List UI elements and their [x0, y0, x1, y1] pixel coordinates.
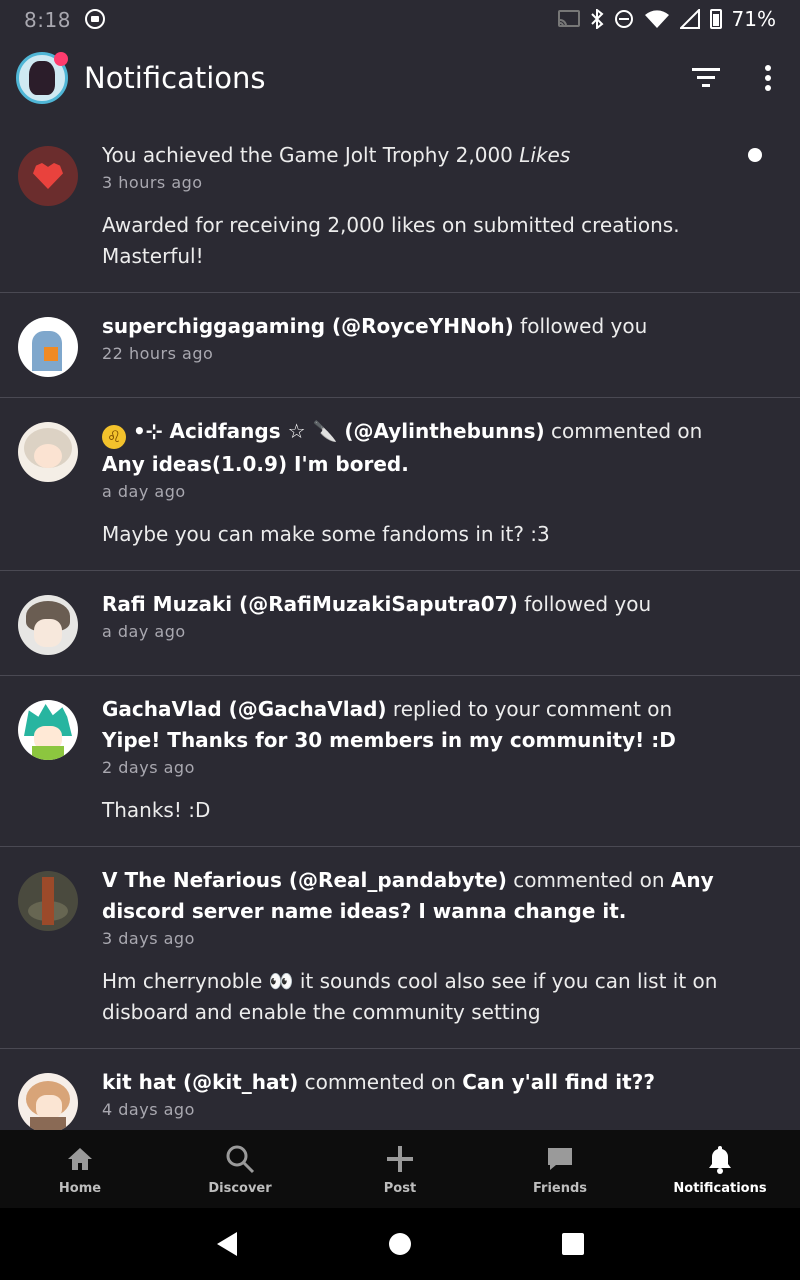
notification-item[interactable]: You achieved the Game Jolt Trophy 2,000 … — [0, 120, 800, 293]
wifi-icon — [644, 9, 670, 29]
page-title: Notifications — [84, 61, 266, 95]
home-icon — [66, 1143, 94, 1175]
notification-headline: Rafi Muzaki (@RafiMuzakiSaputra07) follo… — [102, 592, 652, 616]
nav-label: Post — [383, 1180, 417, 1196]
back-icon[interactable] — [215, 1231, 239, 1257]
notification-content: Rafi Muzaki (@RafiMuzakiSaputra07) follo… — [102, 589, 782, 655]
nav-discover[interactable]: Discover — [160, 1130, 320, 1208]
notification-time: 2 days ago — [102, 758, 195, 777]
notification-message: Hm cherrynoble 👀 it sounds cool also see… — [102, 969, 718, 1024]
screen-record-icon — [84, 9, 105, 29]
search-icon — [225, 1143, 255, 1175]
signal-icon — [679, 9, 700, 29]
avatar — [18, 422, 78, 482]
notification-item[interactable]: GachaVlad (@GachaVlad) replied to your c… — [0, 676, 800, 847]
avatar — [18, 317, 78, 377]
nav-post[interactable]: Post — [320, 1130, 480, 1208]
unread-indicator — [748, 148, 762, 162]
notification-message: Thanks! :D — [102, 798, 211, 822]
nav-label: Discover — [208, 1180, 272, 1196]
notification-content: ♌ •⊹ Acidfangs ☆ 🔪 (@Aylinthebunns) comm… — [102, 416, 782, 550]
avatar — [18, 871, 78, 931]
cast-icon — [557, 10, 580, 28]
notification-item[interactable]: kit hat (@kit_hat) commented on Can y'al… — [0, 1049, 800, 1130]
notification-headline: V The Nefarious (@Real_pandabyte) commen… — [102, 868, 714, 923]
avatar-badge — [54, 52, 68, 66]
more-options-icon[interactable] — [764, 65, 772, 91]
notification-list: You achieved the Game Jolt Trophy 2,000 … — [0, 120, 800, 1130]
notification-item[interactable]: V The Nefarious (@Real_pandabyte) commen… — [0, 847, 800, 1049]
notification-headline: GachaVlad (@GachaVlad) replied to your c… — [102, 697, 676, 752]
notification-content: GachaVlad (@GachaVlad) replied to your c… — [102, 694, 782, 826]
status-icons: 71% — [557, 7, 776, 31]
notification-message: Maybe you can make some fandoms in it? :… — [102, 522, 550, 546]
app-root: 8:18 71% Notifications You achieved the … — [0, 0, 800, 1280]
avatar — [18, 595, 78, 655]
user-avatar[interactable] — [16, 52, 68, 104]
bottom-nav: Home Discover Post Friends Notifications — [0, 1130, 800, 1208]
notification-time: 22 hours ago — [102, 344, 214, 363]
system-nav-bar — [0, 1208, 800, 1280]
nav-label: Friends — [532, 1180, 588, 1196]
avatar — [18, 1073, 78, 1130]
notification-item[interactable]: Rafi Muzaki (@RafiMuzakiSaputra07) follo… — [0, 571, 800, 676]
notification-headline: ♌ •⊹ Acidfangs ☆ 🔪 (@Aylinthebunns) comm… — [102, 419, 703, 476]
avatar — [18, 700, 78, 760]
nav-notifications[interactable]: Notifications — [640, 1130, 800, 1208]
notification-content: kit hat (@kit_hat) commented on Can y'al… — [102, 1067, 782, 1130]
notification-headline: You achieved the Game Jolt Trophy 2,000 … — [102, 143, 571, 167]
nav-home[interactable]: Home — [0, 1130, 160, 1208]
battery-level: 71% — [731, 7, 776, 31]
notification-time: 3 days ago — [102, 929, 195, 948]
notification-time: 3 hours ago — [102, 173, 203, 192]
nav-friends[interactable]: Friends — [480, 1130, 640, 1208]
status-bar: 8:18 71% — [0, 0, 800, 38]
home-circle-icon[interactable] — [388, 1232, 412, 1256]
status-time: 8:18 — [24, 8, 71, 32]
trophy-avatar — [18, 146, 78, 206]
recents-icon[interactable] — [561, 1232, 585, 1256]
notification-time: a day ago — [102, 622, 186, 641]
notification-headline: superchiggagaming (@RoyceYHNoh) followed… — [102, 314, 648, 338]
app-bar: Notifications — [0, 38, 800, 118]
chat-icon — [546, 1143, 574, 1175]
notification-item[interactable]: superchiggagaming (@RoyceYHNoh) followed… — [0, 293, 800, 398]
leo-zodiac-icon: ♌ — [102, 425, 126, 449]
notification-time: a day ago — [102, 482, 186, 501]
battery-icon — [709, 9, 722, 29]
bluetooth-icon — [590, 9, 604, 29]
notification-content: superchiggagaming (@RoyceYHNoh) followed… — [102, 311, 782, 377]
notification-content: V The Nefarious (@Real_pandabyte) commen… — [102, 865, 782, 1028]
plus-icon — [386, 1143, 414, 1175]
app-bar-actions — [692, 65, 784, 91]
filter-icon[interactable] — [692, 68, 720, 88]
bell-icon — [706, 1143, 734, 1175]
notification-item[interactable]: ♌ •⊹ Acidfangs ☆ 🔪 (@Aylinthebunns) comm… — [0, 398, 800, 571]
notification-message: Awarded for receiving 2,000 likes on sub… — [102, 213, 680, 268]
do-not-disturb-icon — [614, 9, 634, 29]
nav-label: Home — [58, 1180, 102, 1196]
notification-content: You achieved the Game Jolt Trophy 2,000 … — [102, 140, 782, 272]
nav-label: Notifications — [673, 1180, 767, 1196]
notification-time: 4 days ago — [102, 1100, 195, 1119]
notification-headline: kit hat (@kit_hat) commented on Can y'al… — [102, 1070, 655, 1094]
